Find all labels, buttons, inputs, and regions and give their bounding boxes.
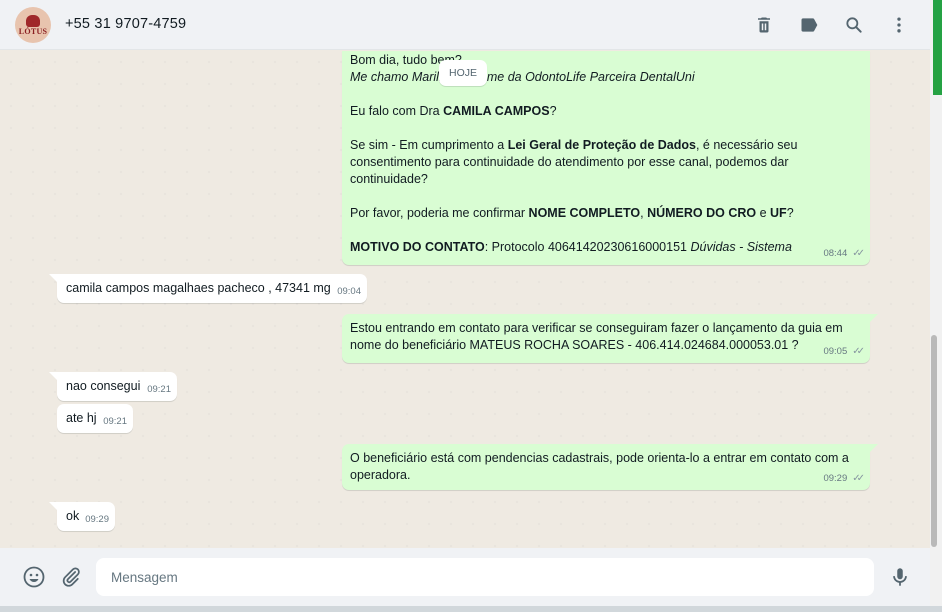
outgoing-message[interactable]: Estou entrando em contato para verificar… [342, 314, 878, 363]
scrollbar-thumb[interactable] [931, 335, 937, 547]
message-time: 09:29 [85, 514, 109, 525]
message-text: ok [66, 509, 80, 523]
window-bottom-edge [0, 606, 942, 612]
message-text-line: Bom dia, tudo bem? [350, 53, 462, 67]
message-text-line: Estou entrando em contato para verificar… [350, 321, 843, 335]
message-text-line: consentimento para continuidade do atend… [350, 155, 789, 169]
message-meta: 09:29 [85, 511, 109, 528]
message-time: 09:21 [147, 384, 171, 395]
chat-header: LÓTUS +55 31 9707-4759 [0, 0, 930, 50]
message-time: 09:29 [823, 473, 848, 484]
message-list[interactable]: Bom dia, tudo bem? Me chamo Marilia em n… [0, 51, 930, 548]
message-meta: 09:21 [147, 381, 171, 398]
incoming-message[interactable]: camila campos magalhaes pacheco , 47341 … [49, 274, 367, 303]
attach-icon[interactable] [59, 565, 83, 589]
message-text-line: Me chamo Marilia em nome da OdontoLife P… [350, 70, 695, 84]
message-text-line: Se sim - Em cumprimento a Lei Geral de P… [350, 138, 798, 152]
date-separator: HOJE [439, 60, 488, 86]
incoming-message[interactable]: nao consegui 09:21 [49, 372, 177, 401]
message-text-line: nome do beneficiário MATEUS ROCHA SOARES… [350, 338, 799, 352]
label-icon[interactable] [797, 13, 821, 37]
search-icon[interactable] [842, 13, 866, 37]
outgoing-message[interactable]: Bom dia, tudo bem? Me chamo Marilia em n… [342, 51, 870, 265]
message-meta: 08:44 ✓✓ [823, 245, 864, 262]
outgoing-message[interactable]: O beneficiário está com pendencias cadas… [342, 444, 878, 490]
read-receipt-icon: ✓✓ [852, 473, 865, 484]
mic-icon[interactable] [888, 565, 912, 589]
scrollbar-accent [933, 0, 942, 95]
message-meta: 09:04 [337, 283, 361, 300]
avatar-logo-mark [26, 14, 40, 27]
message-text-line: Por favor, poderia me confirmar NOME COM… [350, 206, 794, 220]
message-text: ate hj [66, 411, 97, 425]
delete-icon[interactable] [752, 13, 776, 37]
read-receipt-icon: ✓✓ [852, 346, 865, 357]
message-text-line: O beneficiário está com pendencias cadas… [350, 451, 849, 465]
message-text: camila campos magalhaes pacheco , 47341 … [66, 281, 331, 295]
contact-avatar[interactable]: LÓTUS [15, 7, 51, 43]
incoming-message[interactable]: ate hj 09:21 [57, 404, 133, 433]
contact-name[interactable]: +55 31 9707-4759 [65, 16, 186, 32]
read-receipt-icon: ✓✓ [852, 248, 865, 259]
message-time: 09:05 [823, 346, 848, 357]
message-time: 09:04 [337, 286, 361, 297]
message-text-line: MOTIVO DO CONTATO: Protocolo 40641420230… [350, 240, 792, 254]
avatar-logo-text: LÓTUS [18, 26, 48, 36]
message-meta: 09:29 ✓✓ [823, 470, 864, 487]
message-time: 08:44 [823, 248, 848, 259]
message-meta: 09:21 [103, 413, 127, 430]
message-text-line: operadora. [350, 468, 411, 482]
message-time: 09:21 [103, 416, 127, 427]
message-text: nao consegui [66, 379, 141, 393]
menu-icon[interactable] [887, 13, 911, 37]
emoji-icon[interactable] [22, 565, 46, 589]
incoming-message[interactable]: ok 09:29 [49, 502, 115, 531]
message-input[interactable] [96, 558, 874, 596]
message-text-line: continuidade? [350, 172, 428, 186]
message-meta: 09:05 ✓✓ [823, 343, 864, 360]
message-text-line: Eu falo com Dra CAMILA CAMPOS? [350, 104, 557, 118]
